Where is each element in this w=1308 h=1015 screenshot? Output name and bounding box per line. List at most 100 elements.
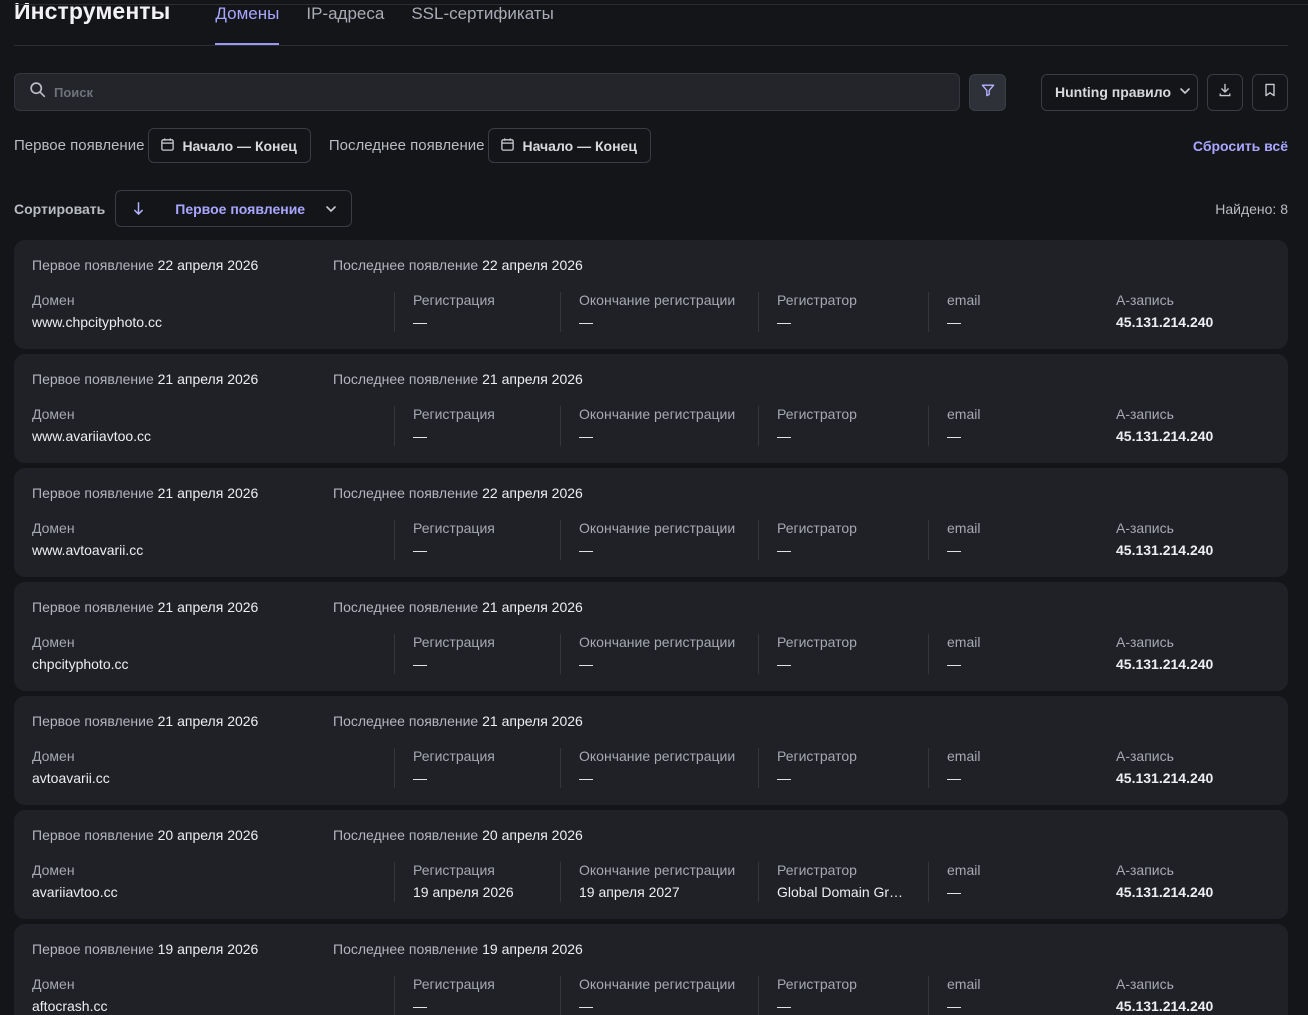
email-value: —: [947, 656, 961, 672]
a-record-value[interactable]: 45.131.214.240: [1116, 770, 1258, 786]
email-value: —: [947, 428, 961, 444]
registrar-value: —: [777, 314, 791, 330]
a-record-value[interactable]: 45.131.214.240: [1116, 428, 1258, 444]
filter-button[interactable]: [969, 73, 1006, 111]
sort-control: Первое появление: [115, 190, 353, 227]
a-record-value[interactable]: 45.131.214.240: [1116, 314, 1258, 330]
domain-field: Домен avariiavtoo.cc: [32, 862, 394, 902]
results-count: Найдено: 8: [1215, 200, 1288, 217]
domain-card[interactable]: Первое появление 21 апреля 2026 Последне…: [14, 468, 1288, 577]
search-row: Hunting правило: [14, 73, 1288, 111]
calendar-icon: [160, 137, 182, 155]
domain-value[interactable]: www.chpcityphoto.cc: [32, 314, 394, 330]
domain-card[interactable]: Первое появление 21 апреля 2026 Последне…: [14, 582, 1288, 691]
bookmark-button[interactable]: [1252, 73, 1288, 111]
card-seen-dates: Первое появление 19 апреля 2026 Последне…: [32, 941, 1270, 959]
email-field: email —: [928, 862, 1098, 902]
a-record-value[interactable]: 45.131.214.240: [1116, 542, 1258, 558]
first-seen-value: 19 апреля 2026: [157, 941, 259, 957]
domain-value[interactable]: avtoavarii.cc: [32, 770, 394, 786]
email-field: email —: [928, 406, 1098, 446]
domain-field: Домен www.avariiavtoo.cc: [32, 406, 394, 446]
tab-ip-addresses[interactable]: IP-адреса: [306, 4, 384, 45]
first-seen-value: 20 апреля 2026: [157, 827, 259, 843]
registration-value: —: [413, 998, 427, 1014]
tab-domains[interactable]: Домены: [215, 4, 279, 45]
domain-field: Домен chpcityphoto.cc: [32, 634, 394, 674]
a-record-value[interactable]: 45.131.214.240: [1116, 656, 1258, 672]
first-seen-value: 22 апреля 2026: [157, 257, 259, 273]
last-seen-label: Последнее появление: [333, 599, 479, 615]
last-seen-label: Последнее появление: [333, 257, 479, 273]
first-seen-label: Первое появление: [32, 713, 154, 729]
expiration-label: Окончание регистрации: [579, 634, 736, 650]
date-filters: Первое появление Начало — Конец Последне…: [14, 128, 1288, 163]
registrar-label: Регистратор: [777, 520, 857, 536]
expiration-label: Окончание регистрации: [579, 292, 736, 308]
domain-card[interactable]: Первое появление 21 апреля 2026 Последне…: [14, 696, 1288, 805]
reset-all-link[interactable]: Сбросить всё: [1193, 138, 1288, 154]
registrar-label: Регистратор: [777, 748, 857, 764]
registrar-field: Регистратор —: [758, 292, 928, 332]
card-seen-dates: Первое появление 21 апреля 2026 Последне…: [32, 371, 1270, 389]
a-record-label: A-запись: [1116, 862, 1174, 878]
a-record-field: A-запись 45.131.214.240: [1098, 406, 1258, 446]
card-fields: Домен aftocrash.cc Регистрация — Окончан…: [32, 976, 1270, 1015]
registration-value: —: [413, 770, 427, 786]
domain-card[interactable]: Первое появление 19 апреля 2026 Последне…: [14, 924, 1288, 1015]
last-seen-date-picker[interactable]: Начало — Конец: [488, 128, 651, 163]
sort-field-label: Первое появление: [175, 200, 306, 217]
registration-field: Регистрация —: [394, 406, 560, 446]
sort-field-dropdown[interactable]: Первое появление: [175, 201, 337, 217]
domain-label: Домен: [32, 862, 75, 878]
a-record-label: A-запись: [1116, 976, 1174, 992]
email-label: email: [947, 634, 981, 650]
bookmark-icon: [1262, 82, 1278, 103]
domain-value[interactable]: www.avtoavarii.cc: [32, 542, 394, 558]
first-seen-range: Начало — Конец: [182, 137, 297, 154]
card-seen-dates: Первое появление 21 апреля 2026 Последне…: [32, 599, 1270, 617]
download-button[interactable]: [1207, 73, 1243, 111]
a-record-value[interactable]: 45.131.214.240: [1116, 884, 1258, 900]
email-value: —: [947, 770, 961, 786]
arrow-down-icon: [134, 202, 144, 215]
sort-row: Сортировать Первое появление Найдено: 8: [14, 190, 1288, 227]
email-value: —: [947, 314, 961, 330]
card-fields: Домен avariiavtoo.cc Регистрация 19 апре…: [32, 862, 1270, 902]
email-label: email: [947, 520, 981, 536]
tab-ssl-certificates[interactable]: SSL-сертификаты: [411, 4, 554, 45]
a-record-label: A-запись: [1116, 292, 1174, 308]
domain-card[interactable]: Первое появление 21 апреля 2026 Последне…: [14, 354, 1288, 463]
search-input[interactable]: [54, 84, 959, 100]
download-icon: [1217, 82, 1233, 103]
last-seen-label: Последнее появление: [333, 371, 479, 387]
expiration-label: Окончание регистрации: [579, 976, 736, 992]
hunting-rule-dropdown[interactable]: Hunting правило: [1041, 73, 1198, 111]
domain-label: Домен: [32, 292, 75, 308]
card-fields: Домен www.chpcityphoto.cc Регистрация — …: [32, 292, 1270, 332]
a-record-value[interactable]: 45.131.214.240: [1116, 998, 1258, 1014]
last-seen-label: Последнее появление: [333, 713, 479, 729]
email-field: email —: [928, 976, 1098, 1015]
first-seen-date-picker[interactable]: Начало — Конец: [148, 128, 311, 163]
domain-value[interactable]: avariiavtoo.cc: [32, 884, 394, 900]
registration-label: Регистрация: [413, 520, 495, 536]
search-box[interactable]: [14, 73, 960, 111]
a-record-field: A-запись 45.131.214.240: [1098, 976, 1258, 1015]
expiration-value: —: [579, 998, 593, 1014]
card-seen-dates: Первое появление 20 апреля 2026 Последне…: [32, 827, 1270, 845]
domain-value[interactable]: www.avariiavtoo.cc: [32, 428, 394, 444]
domain-card[interactable]: Первое появление 22 апреля 2026 Последне…: [14, 240, 1288, 349]
sort-direction-button[interactable]: [132, 201, 145, 216]
domain-card[interactable]: Первое появление 20 апреля 2026 Последне…: [14, 810, 1288, 919]
registrar-label: Регистратор: [777, 634, 857, 650]
registration-field: Регистрация —: [394, 976, 560, 1015]
domain-value[interactable]: aftocrash.cc: [32, 998, 394, 1014]
card-fields: Домен avtoavarii.cc Регистрация — Оконча…: [32, 748, 1270, 788]
page: Инструменты Домены IP-адреса SSL-сертифи…: [0, 0, 1308, 1015]
domain-value[interactable]: chpcityphoto.cc: [32, 656, 394, 672]
expiration-value: —: [579, 770, 593, 786]
expiration-label: Окончание регистрации: [579, 520, 736, 536]
card-seen-dates: Первое появление 21 апреля 2026 Последне…: [32, 485, 1270, 503]
expiration-label: Окончание регистрации: [579, 862, 736, 878]
